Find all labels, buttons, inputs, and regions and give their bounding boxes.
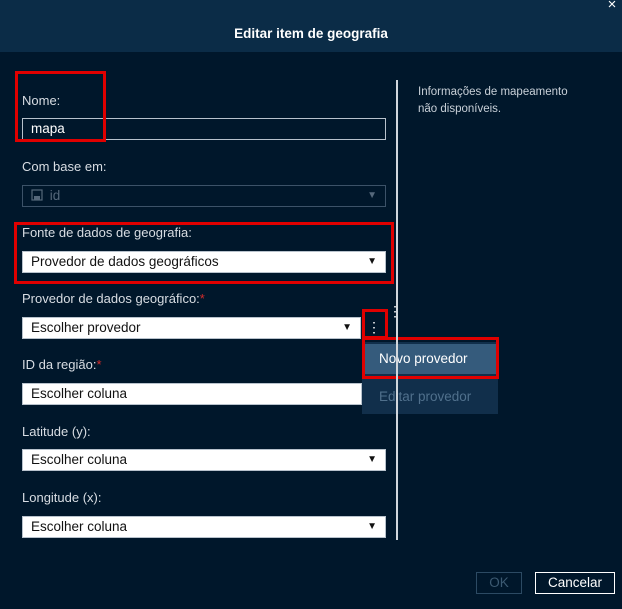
cancel-button[interactable]: Cancelar	[535, 572, 615, 594]
provider-menu: Novo provedor Editar provedor	[362, 342, 498, 414]
close-icon[interactable]: ×	[604, 0, 620, 13]
info-panel-text: Informações de mapeamento não disponívei…	[418, 86, 568, 115]
geo-provider-value: Escolher provedor	[31, 320, 141, 335]
geo-provider-label: Provedor de dados geográfico:*	[22, 291, 205, 306]
longitude-label: Longitude (x):	[22, 490, 102, 505]
panel-divider	[396, 80, 398, 540]
more-icon[interactable]: ⋮	[387, 302, 403, 320]
region-id-value: Escolher coluna	[31, 386, 128, 401]
name-value: mapa	[31, 121, 65, 136]
longitude-select[interactable]: Escolher coluna ▼	[22, 516, 386, 538]
provider-more-icon[interactable]: ⋮	[366, 318, 382, 336]
required-marker: *	[199, 291, 205, 306]
chevron-down-icon: ▼	[367, 190, 377, 201]
region-id-select[interactable]: Escolher coluna	[22, 383, 362, 405]
based-on-select: id ▼	[22, 185, 386, 207]
dialog-title: Editar item de geografia	[234, 26, 388, 41]
based-on-label: Com base em:	[22, 159, 107, 174]
database-icon	[31, 187, 43, 207]
menu-item-edit-provider: Editar provedor	[379, 389, 472, 404]
latitude-select[interactable]: Escolher coluna ▼	[22, 449, 386, 471]
region-id-label: ID da região:*	[22, 357, 102, 372]
based-on-value: id	[49, 188, 61, 203]
name-field[interactable]: mapa	[22, 118, 386, 140]
geo-provider-select[interactable]: Escolher provedor ▼	[22, 317, 361, 339]
chevron-down-icon: ▼	[367, 454, 377, 465]
geo-source-value: Provedor de dados geográficos	[31, 254, 219, 269]
chevron-down-icon: ▼	[342, 322, 352, 333]
menu-item-new-provider[interactable]: Novo provedor	[362, 344, 498, 374]
geo-source-select[interactable]: Provedor de dados geográficos ▼	[22, 251, 386, 273]
region-id-label-text: ID da região:	[22, 357, 97, 372]
latitude-value: Escolher coluna	[31, 452, 128, 467]
dialog-header: Editar item de geografia ×	[0, 0, 622, 52]
required-marker: *	[96, 357, 102, 372]
geo-source-label: Fonte de dados de geografia:	[22, 225, 192, 240]
geo-provider-label-text: Provedor de dados geográfico:	[22, 291, 200, 306]
name-label: Nome:	[22, 93, 61, 108]
latitude-label: Latitude (y):	[22, 424, 91, 439]
ok-button[interactable]: OK	[476, 572, 522, 594]
longitude-value: Escolher coluna	[31, 519, 128, 534]
chevron-down-icon: ▼	[367, 256, 377, 267]
chevron-down-icon: ▼	[367, 521, 377, 532]
